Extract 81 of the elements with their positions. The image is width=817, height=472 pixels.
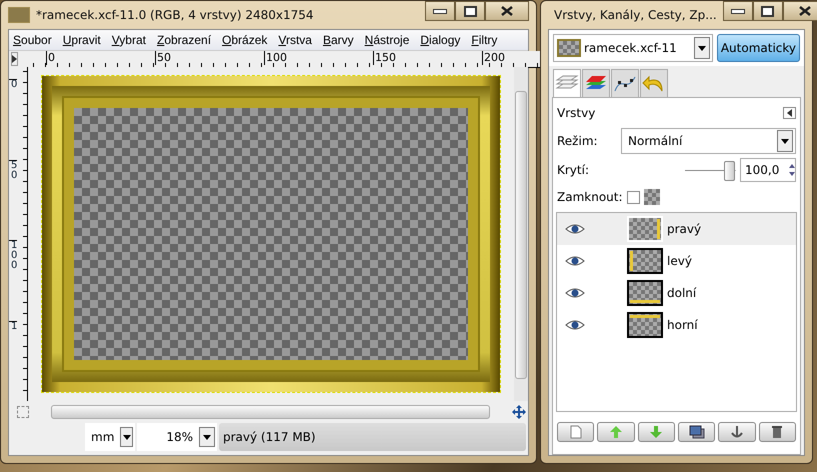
duplicate-icon bbox=[688, 425, 705, 439]
layer-thumbnail bbox=[627, 312, 663, 338]
navigate-icon[interactable] bbox=[512, 405, 526, 419]
lock-checkbox[interactable] bbox=[626, 190, 640, 204]
layer-thumbnail bbox=[627, 248, 663, 274]
layers-tab[interactable] bbox=[553, 69, 581, 97]
new-layer-button[interactable] bbox=[557, 422, 594, 442]
menu-item[interactable]: Obrázek bbox=[222, 33, 268, 47]
window-title: Vrstvy, Kanály, Cesty, Zp... bbox=[554, 8, 717, 22]
layer-name[interactable]: pravý bbox=[667, 222, 702, 236]
status-message: pravý (117 MB) bbox=[219, 423, 526, 451]
zoom-dropdown[interactable]: 18% bbox=[137, 423, 217, 451]
raise-layer-button[interactable] bbox=[597, 422, 635, 442]
image-dropdown[interactable]: ramecek.xcf-11 bbox=[553, 34, 713, 62]
ruler-label: 0 bbox=[9, 79, 18, 160]
panel-menu-button[interactable] bbox=[783, 107, 796, 119]
ruler-label: 50 bbox=[9, 160, 18, 240]
horizontal-scrollbar[interactable] bbox=[51, 405, 490, 419]
minimize-button[interactable] bbox=[425, 1, 455, 21]
menu-item[interactable]: Vrstva bbox=[278, 33, 312, 47]
channels-tab[interactable] bbox=[582, 69, 610, 97]
close-icon bbox=[798, 6, 811, 16]
caret-icon[interactable] bbox=[199, 427, 215, 447]
layer-name[interactable]: horní bbox=[667, 318, 698, 332]
menu-item[interactable]: Dialogy bbox=[420, 33, 460, 47]
duplicate-layer-button[interactable] bbox=[678, 422, 716, 442]
lock-label: Zamknout: bbox=[557, 190, 623, 204]
down-arrow-icon bbox=[649, 425, 664, 439]
image-icon bbox=[8, 7, 30, 23]
eye-icon[interactable] bbox=[565, 319, 585, 331]
layer-name[interactable]: levý bbox=[667, 254, 692, 268]
vertical-scrollbar[interactable] bbox=[514, 67, 528, 401]
mode-dropdown[interactable]: Normální bbox=[621, 128, 796, 154]
layer-thumbnail bbox=[627, 216, 663, 242]
eye-icon[interactable] bbox=[565, 223, 585, 235]
opacity-label: Krytí: bbox=[557, 163, 590, 177]
menu-item[interactable]: Soubor bbox=[13, 33, 52, 47]
caret-icon[interactable] bbox=[694, 37, 710, 59]
layer-thumbnail bbox=[627, 280, 663, 306]
delete-layer-button[interactable] bbox=[758, 422, 796, 442]
ruler-label: 100 bbox=[9, 240, 18, 320]
menu-item[interactable]: Vybrat bbox=[112, 33, 146, 47]
maximize-button[interactable] bbox=[752, 1, 783, 21]
up-arrow-icon bbox=[608, 425, 623, 439]
layer-row[interactable]: levý bbox=[557, 245, 796, 277]
menu-item[interactable]: Nástroje bbox=[364, 33, 410, 47]
ruler-label: 1 bbox=[9, 320, 18, 401]
menu-item[interactable]: Barvy bbox=[322, 33, 354, 47]
ruler-label: 100 bbox=[264, 50, 373, 64]
ruler-label: 150 bbox=[373, 50, 482, 64]
window-title: *ramecek.xcf-11.0 (RGB, 4 vrstvy) 2480x1754 bbox=[36, 8, 315, 22]
panel-title: Vrstvy bbox=[557, 106, 596, 120]
paths-tab[interactable] bbox=[611, 69, 639, 97]
menu-item[interactable]: Upravit bbox=[62, 33, 101, 47]
anchor-icon bbox=[730, 425, 744, 439]
ruler-label: 50 bbox=[155, 50, 264, 64]
anchor-layer-button[interactable] bbox=[718, 422, 756, 442]
trash-icon bbox=[771, 425, 784, 439]
alpha-lock-icon[interactable] bbox=[644, 189, 660, 205]
ruler-label: 0 bbox=[46, 50, 155, 64]
menu-item[interactable]: Filtry bbox=[471, 33, 498, 47]
layer-row[interactable]: dolní bbox=[557, 277, 796, 309]
unit-dropdown[interactable]: mm bbox=[85, 423, 135, 451]
eye-icon[interactable] bbox=[565, 287, 585, 299]
caret-icon[interactable] bbox=[120, 427, 133, 447]
auto-button[interactable]: Automaticky bbox=[716, 34, 800, 62]
layer-row[interactable]: horní bbox=[557, 309, 796, 341]
layer-row[interactable]: pravý bbox=[557, 213, 796, 245]
minimize-button[interactable] bbox=[722, 1, 753, 21]
eye-icon[interactable] bbox=[565, 255, 585, 267]
menu-item[interactable]: Zobrazení bbox=[156, 33, 212, 47]
mode-label: Režim: bbox=[557, 134, 599, 148]
close-icon bbox=[501, 6, 513, 16]
maximize-button[interactable] bbox=[455, 1, 485, 21]
opacity-spinbox[interactable]: 100,0 bbox=[740, 158, 796, 182]
quick-mask-icon[interactable] bbox=[17, 406, 29, 418]
close-button[interactable] bbox=[782, 1, 817, 21]
layer-name[interactable]: dolní bbox=[667, 286, 696, 300]
caret-icon[interactable] bbox=[777, 130, 793, 152]
close-button[interactable] bbox=[485, 1, 529, 21]
page-icon bbox=[570, 425, 582, 439]
